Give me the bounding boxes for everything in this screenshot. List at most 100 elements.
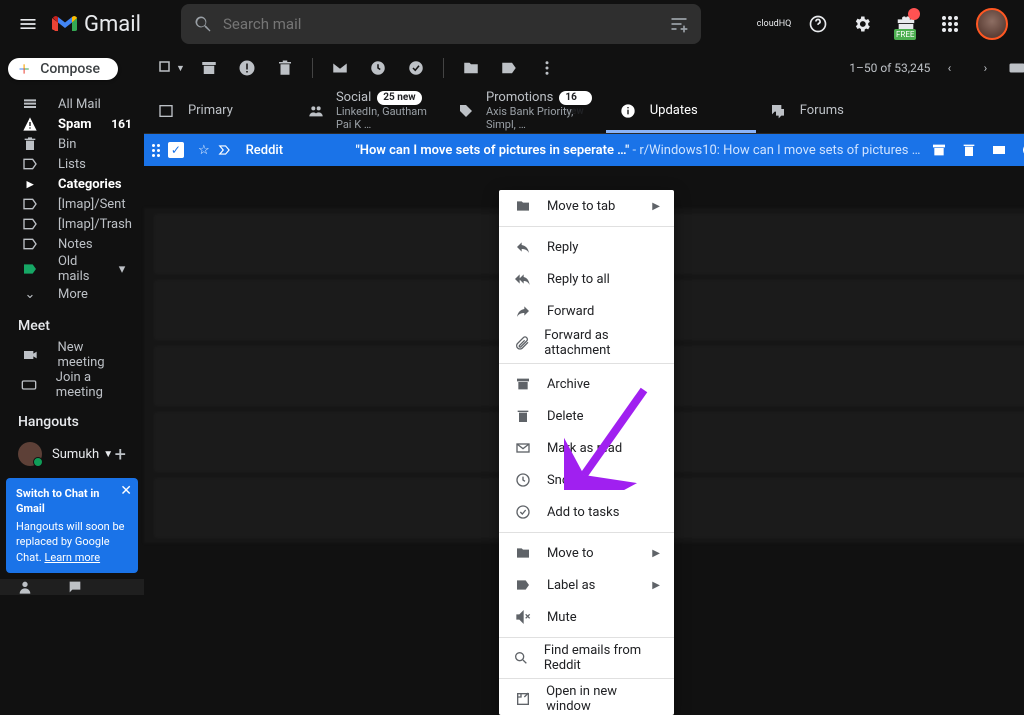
- search-bar[interactable]: [181, 4, 701, 44]
- importance-marker[interactable]: [218, 143, 232, 157]
- ctx-forward[interactable]: Forward: [499, 295, 674, 327]
- account-avatar[interactable]: [976, 8, 1008, 40]
- star-button[interactable]: ☆: [198, 143, 210, 158]
- add-contact-button[interactable]: +: [115, 442, 126, 466]
- google-apps-icon[interactable]: [932, 6, 968, 42]
- mail-icon: [513, 438, 533, 458]
- archive-button[interactable]: [192, 51, 226, 85]
- sidebar-item-notes[interactable]: Notes: [0, 234, 144, 254]
- forum-icon: [770, 103, 788, 119]
- row-delete-button[interactable]: [958, 139, 980, 161]
- ctx-add-tasks[interactable]: Add to tasks: [499, 496, 674, 528]
- ctx-open-window[interactable]: Open in new window: [499, 683, 674, 715]
- trash-icon: [513, 406, 533, 426]
- chevron-right-icon: ▸: [20, 174, 40, 194]
- gmail-logo[interactable]: Gmail: [52, 12, 141, 37]
- row-archive-button[interactable]: [928, 139, 950, 161]
- offers-icon[interactable]: FREE: [888, 6, 924, 42]
- video-icon: [20, 345, 40, 365]
- hangouts-tab-icon[interactable]: [0, 579, 50, 595]
- tag-icon: [458, 103, 474, 119]
- join-meeting-button[interactable]: Join a meeting: [0, 370, 144, 400]
- label-icon: [20, 234, 40, 254]
- sidebar-item-categories[interactable]: ▸Categories: [0, 174, 144, 194]
- cloudhq-icon[interactable]: cloudHQ: [756, 6, 792, 42]
- chat-tab-icon[interactable]: [50, 579, 100, 595]
- ctx-move-to[interactable]: Move to▶: [499, 537, 674, 569]
- sidebar-item-more[interactable]: ⌄More: [0, 284, 144, 304]
- trash-icon: [20, 134, 40, 154]
- banner-learn-more-link[interactable]: Learn more: [44, 551, 100, 564]
- input-tools-button[interactable]: ▼: [1004, 51, 1024, 85]
- sidebar-item-all-mail[interactable]: All Mail: [0, 94, 144, 114]
- ctx-mute[interactable]: Mute: [499, 601, 674, 633]
- sidebar-item-imap-trash[interactable]: [Imap]/Trash: [0, 214, 144, 234]
- delete-button[interactable]: [268, 51, 302, 85]
- select-all-checkbox[interactable]: ▼: [154, 51, 188, 85]
- email-subject: "How can I move sets of pictures in sepe…: [356, 143, 921, 158]
- plus-icon: [18, 58, 30, 80]
- labels-button[interactable]: [492, 51, 526, 85]
- ctx-delete[interactable]: Delete: [499, 400, 674, 432]
- gmail-logo-text: Gmail: [84, 12, 141, 37]
- ctx-reply[interactable]: Reply: [499, 231, 674, 263]
- chevron-down-icon[interactable]: ▾: [112, 259, 132, 279]
- drag-handle-icon[interactable]: [152, 144, 160, 157]
- tab-social[interactable]: Social25 newLinkedIn, Gautham Pai K …: [294, 88, 444, 133]
- inbox-icon: [158, 103, 176, 119]
- ctx-snooze[interactable]: Snooze: [499, 464, 674, 496]
- clock-icon: [513, 470, 533, 490]
- ctx-label-as[interactable]: Label as▶: [499, 569, 674, 601]
- search-input[interactable]: [223, 15, 669, 33]
- ctx-archive[interactable]: Archive: [499, 368, 674, 400]
- ctx-forward-attachment[interactable]: Forward as attachment: [499, 327, 674, 359]
- new-meeting-button[interactable]: New meeting: [0, 340, 144, 370]
- mark-read-button[interactable]: [323, 51, 357, 85]
- tab-forums[interactable]: Forums: [756, 88, 1024, 133]
- chevron-down-icon[interactable]: ▼: [103, 449, 113, 460]
- support-icon[interactable]: [800, 6, 836, 42]
- attachment-icon: [513, 333, 530, 353]
- email-checkbox[interactable]: ✓: [168, 142, 184, 158]
- ctx-reply-all[interactable]: Reply to all: [499, 263, 674, 295]
- hangouts-username: Sumukh: [52, 447, 99, 462]
- prev-page-button[interactable]: ‹: [932, 51, 966, 85]
- sidebar-item-imap-sent[interactable]: [Imap]/Sent: [0, 194, 144, 214]
- row-mark-read-button[interactable]: [988, 139, 1010, 161]
- chevron-down-icon: ⌄: [20, 284, 40, 304]
- report-spam-button[interactable]: [230, 51, 264, 85]
- folder-icon: [513, 543, 533, 563]
- main-menu-button[interactable]: [8, 4, 48, 44]
- sidebar-item-lists[interactable]: Lists: [0, 154, 144, 174]
- settings-icon[interactable]: [844, 6, 880, 42]
- sidebar-bottom-tabs: [0, 579, 144, 595]
- ctx-move-to-tab[interactable]: Move to tab▶: [499, 190, 674, 222]
- keyboard-icon: [20, 375, 38, 395]
- sidebar-item-bin[interactable]: Bin: [0, 134, 144, 154]
- open-window-icon: [513, 689, 532, 709]
- sidebar-item-old-mails[interactable]: Old mails▾: [0, 254, 144, 284]
- compose-button[interactable]: Compose: [8, 58, 118, 80]
- sidebar-item-spam[interactable]: Spam161: [0, 114, 144, 134]
- ctx-find-emails[interactable]: Find emails from Reddit: [499, 642, 674, 674]
- add-to-tasks-button[interactable]: [399, 51, 433, 85]
- tab-primary[interactable]: Primary: [144, 88, 294, 133]
- close-banner-button[interactable]: ✕: [120, 482, 132, 502]
- hangouts-user-row[interactable]: Sumukh ▼ +: [0, 436, 144, 472]
- tab-updates[interactable]: Updates: [606, 88, 756, 133]
- ctx-mark-read[interactable]: Mark as read: [499, 432, 674, 464]
- label-icon: [20, 194, 40, 214]
- label-icon: [20, 214, 40, 234]
- move-to-button[interactable]: [454, 51, 488, 85]
- next-page-button[interactable]: ›: [968, 51, 1002, 85]
- email-row-selected[interactable]: ✓ ☆ Reddit "How can I move sets of pictu…: [144, 134, 1024, 166]
- row-snooze-button[interactable]: [1018, 139, 1024, 161]
- spam-icon: [20, 114, 40, 134]
- snooze-button[interactable]: [361, 51, 395, 85]
- mute-icon: [513, 607, 533, 627]
- search-options-icon[interactable]: [669, 14, 689, 34]
- more-button[interactable]: [530, 51, 564, 85]
- category-tabs: Primary Social25 newLinkedIn, Gautham Pa…: [144, 88, 1024, 134]
- tab-promotions[interactable]: Promotions16 newAxis Bank Priority, Simp…: [444, 88, 606, 133]
- sidebar: Compose All Mail Spam161 Bin Lists ▸Cate…: [0, 48, 144, 543]
